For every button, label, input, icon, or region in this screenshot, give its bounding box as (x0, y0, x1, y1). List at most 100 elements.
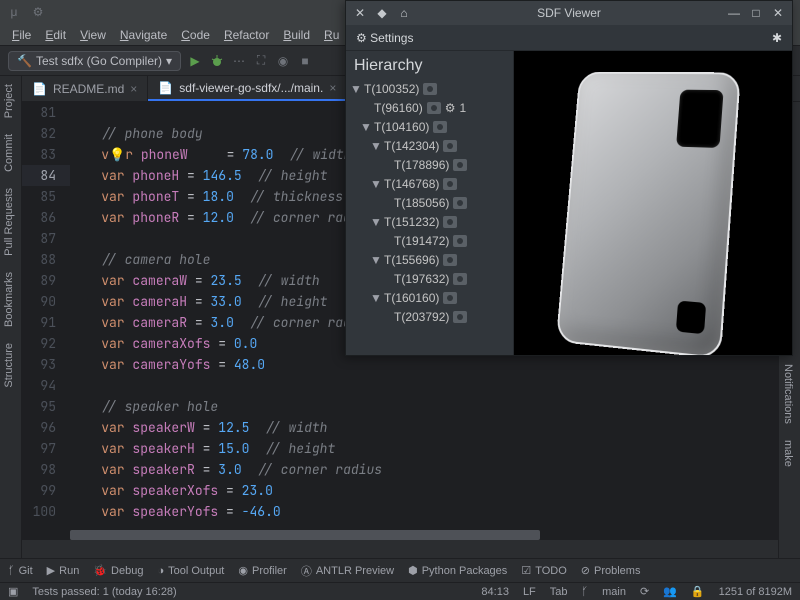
stop-icon[interactable]: ■ (297, 53, 313, 69)
camera-icon[interactable] (453, 311, 467, 323)
menu-navigate[interactable]: Navigate (114, 26, 173, 44)
code-content[interactable]: var speakerH = 15.0 // height (70, 438, 335, 459)
hierarchy-node[interactable]: ▼T(151232) (350, 212, 509, 231)
tool-window-debug[interactable]: 🐞Debug (93, 564, 143, 577)
editor-tab[interactable]: 📄README.md× (22, 76, 148, 101)
copilot-icon[interactable]: 👥 (663, 585, 677, 598)
expand-icon[interactable]: ▼ (370, 291, 380, 305)
tool-window-tool-output[interactable]: ◑Tool Output (157, 565, 224, 577)
gear-icon[interactable]: ⚙ (445, 101, 456, 115)
camera-icon[interactable] (443, 140, 457, 152)
code-content[interactable]: var cameraH = 33.0 // height (70, 291, 327, 312)
sdf-titlebar[interactable]: ✕ ◆ ⌂ SDF Viewer — □ ✕ (346, 1, 792, 25)
hierarchy-node[interactable]: T(197632) (350, 269, 509, 288)
code-line[interactable]: 96 var speakerW = 12.5 // width (22, 417, 778, 438)
expand-icon[interactable]: ▼ (350, 82, 360, 96)
hierarchy-node[interactable]: T(96160)⚙1 (350, 98, 509, 117)
line-separator[interactable]: LF (523, 586, 536, 598)
hierarchy-node[interactable]: T(185056) (350, 193, 509, 212)
expand-icon[interactable]: ▼ (370, 139, 380, 153)
sdf-home-icon[interactable]: ⌂ (396, 5, 412, 21)
sync-icon[interactable]: ⟳ (640, 585, 649, 598)
tool-window-antlr-preview[interactable]: ⒶANTLR Preview (301, 563, 394, 579)
memory-indicator[interactable]: 1251 of 8192M (719, 586, 792, 598)
tool-window-problems[interactable]: ⊘Problems (581, 564, 641, 577)
sdf-theme-icon[interactable]: ✱ (772, 31, 782, 45)
caret-position[interactable]: 84:13 (481, 586, 509, 598)
menu-edit[interactable]: Edit (39, 26, 72, 44)
left-tab-bookmarks[interactable]: Bookmarks (0, 264, 18, 335)
tests-status[interactable]: Tests passed: 1 (today 16:28) (32, 586, 176, 598)
tool-window-run[interactable]: ▶Run (47, 564, 80, 577)
code-line[interactable]: 100 var speakerYofs = -46.0 (22, 501, 778, 522)
camera-icon[interactable] (423, 83, 437, 95)
editor-tab[interactable]: 📄sdf-viewer-go-sdfx/.../main.× (148, 76, 347, 101)
tool-window-git[interactable]: ᚶGit (8, 565, 33, 577)
scrollbar-thumb[interactable] (70, 530, 540, 540)
right-tab-make[interactable]: make (779, 432, 797, 475)
hierarchy-node[interactable]: ▼T(142304) (350, 136, 509, 155)
camera-icon[interactable] (443, 178, 457, 190)
left-tab-pull-requests[interactable]: Pull Requests (0, 180, 18, 264)
hierarchy-node[interactable]: ▼T(155696) (350, 250, 509, 269)
code-content[interactable]: // phone body (70, 123, 203, 144)
hierarchy-node[interactable]: ▼T(160160) (350, 288, 509, 307)
menu-refactor[interactable]: Refactor (218, 26, 275, 44)
menu-code[interactable]: Code (175, 26, 216, 44)
expand-icon[interactable]: ▼ (370, 253, 380, 267)
coverage-icon[interactable]: ⛶ (253, 53, 269, 69)
code-content[interactable]: // speaker hole (70, 396, 218, 417)
layout-icon[interactable]: ▣ (8, 585, 18, 598)
menu-view[interactable]: View (74, 26, 112, 44)
more-run-icon[interactable]: ⋯ (231, 53, 247, 69)
hierarchy-node[interactable]: T(191472) (350, 231, 509, 250)
code-line[interactable]: 98 var speakerR = 3.0 // corner radius (22, 459, 778, 480)
camera-icon[interactable] (443, 254, 457, 266)
code-content[interactable]: var speakerXofs = 23.0 (70, 480, 273, 501)
code-content[interactable]: var cameraR = 3.0 // corner rad (70, 312, 351, 333)
menu-build[interactable]: Build (277, 26, 316, 44)
lock-icon[interactable]: 🔒 (691, 585, 705, 598)
camera-icon[interactable] (453, 273, 467, 285)
camera-icon[interactable] (453, 235, 467, 247)
code-content[interactable]: var speakerYofs = -46.0 (70, 501, 281, 522)
close-icon[interactable]: × (329, 81, 336, 95)
hierarchy-node[interactable]: ▼T(104160) (350, 117, 509, 136)
hierarchy-node[interactable]: ▼T(146768) (350, 174, 509, 193)
camera-icon[interactable] (433, 121, 447, 133)
close-button[interactable]: ✕ (770, 5, 786, 21)
code-content[interactable]: var phoneT = 18.0 // thickness (70, 186, 343, 207)
code-content[interactable]: v💡r phoneW = 78.0 // width (70, 144, 352, 165)
minimize-button[interactable]: — (726, 5, 742, 21)
expand-icon[interactable]: ▼ (360, 120, 370, 134)
close-icon[interactable]: × (130, 82, 137, 96)
code-line[interactable]: 94 (22, 375, 778, 396)
run-button[interactable]: ▶ (187, 53, 203, 69)
menu-ru[interactable]: Ru (318, 26, 345, 44)
profiler-icon[interactable]: ◉ (275, 53, 291, 69)
expand-icon[interactable]: ▼ (370, 177, 380, 191)
settings-icon[interactable]: ⚙ (30, 4, 46, 20)
camera-icon[interactable] (427, 102, 441, 114)
indent-status[interactable]: Tab (550, 586, 568, 598)
code-content[interactable]: var phoneH = 146.5 // height (70, 165, 328, 186)
tool-window-todo[interactable]: ☑TODO (521, 564, 566, 577)
horizontal-scrollbar[interactable] (70, 530, 778, 540)
code-content[interactable]: var cameraW = 23.5 // width (70, 270, 320, 291)
left-tab-structure[interactable]: Structure (0, 335, 18, 396)
left-tab-project[interactable]: Project (0, 76, 18, 126)
hierarchy-node[interactable]: T(178896) (350, 155, 509, 174)
code-content[interactable]: var cameraXofs = 0.0 (70, 333, 257, 354)
camera-icon[interactable] (453, 197, 467, 209)
camera-icon[interactable] (443, 216, 457, 228)
code-line[interactable]: 95 // speaker hole (22, 396, 778, 417)
code-content[interactable]: var phoneR = 12.0 // corner rad (70, 207, 351, 228)
camera-icon[interactable] (443, 292, 457, 304)
code-content[interactable]: // camera hole (70, 249, 210, 270)
tool-window-profiler[interactable]: ◉Profiler (238, 564, 286, 577)
run-config-selector[interactable]: 🔨 Test sdfx (Go Compiler) ▾ (8, 51, 181, 71)
code-line[interactable]: 93 var cameraYofs = 48.0 (22, 354, 778, 375)
code-content[interactable]: var cameraYofs = 48.0 (70, 354, 265, 375)
tool-window-python-packages[interactable]: ⬢Python Packages (408, 564, 507, 577)
sdf-pin-icon[interactable]: ◆ (374, 5, 390, 21)
